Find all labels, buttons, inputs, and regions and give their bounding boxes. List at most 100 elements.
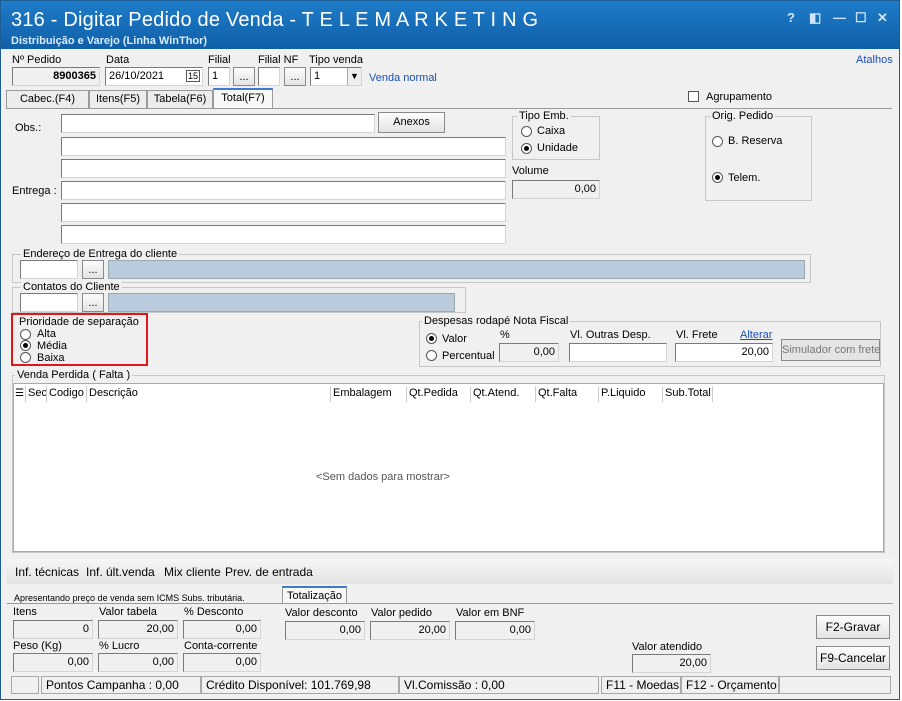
status-moedas[interactable]: F11 - Moedas — [601, 676, 681, 694]
atalhos-link[interactable]: Atalhos — [856, 54, 893, 66]
outras-desp-field[interactable] — [569, 343, 667, 362]
col-embalagem[interactable]: Embalagem — [333, 387, 392, 399]
filial-label: Filial — [208, 54, 231, 66]
mix-cliente-link[interactable]: Mix cliente — [164, 565, 221, 579]
obs-field-3[interactable] — [61, 159, 506, 178]
pedido-label: Nº Pedido — [12, 54, 62, 66]
media-radio[interactable] — [20, 340, 31, 351]
lucro-label: % Lucro — [99, 640, 140, 652]
endereco-desc-field — [108, 260, 805, 279]
orig-pedido-group: Orig. Pedido B. Reserva Telem. — [705, 110, 812, 201]
reserva-radio[interactable] — [712, 136, 723, 147]
grid-empty-message: <Sem dados para mostrar> — [316, 471, 450, 483]
tipo-venda-desc: Venda normal — [369, 72, 437, 84]
filial-lookup-button[interactable]: ... — [233, 67, 255, 86]
maximize-icon[interactable]: ☐ — [855, 10, 867, 26]
lucro-field: 0,00 — [98, 653, 178, 672]
calendar-icon[interactable]: 15 — [185, 70, 200, 82]
agrupamento-checkbox[interactable] — [688, 91, 699, 102]
cancelar-button[interactable]: F9-Cancelar — [816, 646, 890, 670]
obs-field-1[interactable] — [61, 114, 375, 133]
volume-field: 0,00 — [512, 180, 600, 199]
help-icon[interactable]: ? — [787, 10, 795, 25]
valor-pedido-field: 20,00 — [370, 621, 450, 640]
frete-field[interactable]: 20,00 — [675, 343, 773, 362]
telem-radio[interactable] — [712, 172, 723, 183]
restore-icon[interactable]: ◧ — [809, 10, 821, 26]
tipo-venda-value: 1 — [314, 70, 321, 82]
alta-radio[interactable] — [20, 329, 31, 340]
contatos-code-field[interactable] — [20, 293, 78, 312]
entrega-field-1[interactable] — [61, 181, 506, 200]
data-field[interactable]: 26/10/2021 15 — [105, 67, 203, 86]
inf-ult-venda-link[interactable]: Inf. últ.venda — [86, 565, 155, 579]
bnf-field: 0,00 — [455, 621, 535, 640]
percentual-label: Percentual — [442, 350, 495, 362]
inf-tecnicas-link[interactable]: Inf. técnicas — [15, 565, 79, 579]
alterar-link[interactable]: Alterar — [740, 329, 772, 341]
chevron-down-icon[interactable]: ▼ — [347, 68, 361, 85]
unidade-radio[interactable] — [521, 143, 532, 154]
status-orcamento[interactable]: F12 - Orçamento — [681, 676, 779, 694]
tab-totalizacao[interactable]: Totalização — [282, 586, 347, 604]
contatos-desc-field — [108, 293, 455, 312]
reserva-label: B. Reserva — [728, 135, 783, 147]
tipo-venda-select[interactable]: 1 ▼ — [310, 67, 362, 86]
desconto-field: 0,00 — [183, 620, 261, 639]
anexos-button[interactable]: Anexos — [378, 112, 445, 133]
caixa-radio[interactable] — [521, 126, 532, 137]
pedido-field: 8900365 — [12, 67, 100, 86]
venda-perdida-grid[interactable] — [13, 383, 884, 552]
percentual-radio[interactable] — [426, 350, 437, 361]
grid-menu-icon[interactable]: ☰ — [15, 388, 24, 399]
contatos-title: Contatos do Cliente — [21, 281, 122, 293]
main-window: 316 - Digitar Pedido de Venda - T E L E … — [0, 0, 900, 700]
col-codigo[interactable]: Codigo — [49, 387, 84, 399]
bnf-label: Valor em BNF — [456, 607, 525, 619]
endereco-group: Endereço de Entrega do cliente ... — [12, 248, 811, 283]
tab-itens[interactable]: Itens(F5) — [89, 90, 147, 108]
col-descricao[interactable]: Descrição — [89, 387, 138, 399]
close-icon[interactable]: ✕ — [877, 10, 888, 26]
orig-pedido-title: Orig. Pedido — [710, 110, 776, 122]
telem-label: Telem. — [728, 172, 761, 184]
pct-label: % — [500, 329, 510, 341]
status-pontos: Pontos Campanha : 0,00 — [41, 676, 201, 694]
filialnf-field[interactable] — [258, 67, 280, 86]
window-title: 316 - Digitar Pedido de Venda - T E L E … — [11, 9, 539, 31]
endereco-lookup-button[interactable]: ... — [82, 260, 104, 279]
status-comissao: Vl.Comissão : 0,00 — [399, 676, 599, 694]
despesas-group: Despesas rodapé Nota Fiscal Valor Percen… — [419, 315, 881, 367]
endereco-code-field[interactable] — [20, 260, 78, 279]
valor-tabela-field: 20,00 — [98, 620, 178, 639]
col-sec[interactable]: Sec — [28, 387, 47, 399]
col-qt-pedida[interactable]: Qt.Pedida — [409, 387, 458, 399]
peso-label: Peso (Kg) — [13, 640, 62, 652]
tab-tabela[interactable]: Tabela(F6) — [147, 90, 213, 108]
entrega-field-3[interactable] — [61, 225, 506, 244]
col-qt-atend[interactable]: Qt.Atend. — [473, 387, 519, 399]
col-p-liquido[interactable]: P.Liquido — [601, 387, 645, 399]
valor-tabela-label: Valor tabela — [99, 606, 157, 618]
col-qt-falta[interactable]: Qt.Falta — [538, 387, 577, 399]
status-cell-blank — [11, 676, 39, 694]
simulador-frete-button[interactable]: Simulador com frete — [781, 339, 880, 361]
volume-label: Volume — [512, 165, 549, 177]
baixa-label: Baixa — [37, 352, 65, 364]
tab-cabec[interactable]: Cabec.(F4) — [6, 90, 89, 108]
status-credito: Crédito Disponível: 101.769,98 — [201, 676, 399, 694]
data-label: Data — [106, 54, 130, 66]
col-sub-total[interactable]: Sub.Total — [665, 387, 711, 399]
tab-total[interactable]: Total(F7) — [213, 88, 273, 109]
filial-field[interactable]: 1 — [208, 67, 230, 86]
contatos-lookup-button[interactable]: ... — [82, 293, 104, 312]
obs-field-2[interactable] — [61, 137, 506, 156]
outras-desp-label: Vl. Outras Desp. — [570, 329, 651, 341]
gravar-button[interactable]: F2-Gravar — [816, 615, 890, 639]
entrega-field-2[interactable] — [61, 203, 506, 222]
minimize-icon[interactable]: — — [833, 10, 846, 25]
prev-entrada-link[interactable]: Prev. de entrada — [225, 565, 313, 579]
filialnf-lookup-button[interactable]: ... — [284, 67, 306, 86]
baixa-radio[interactable] — [20, 352, 31, 363]
valor-radio[interactable] — [426, 333, 437, 344]
